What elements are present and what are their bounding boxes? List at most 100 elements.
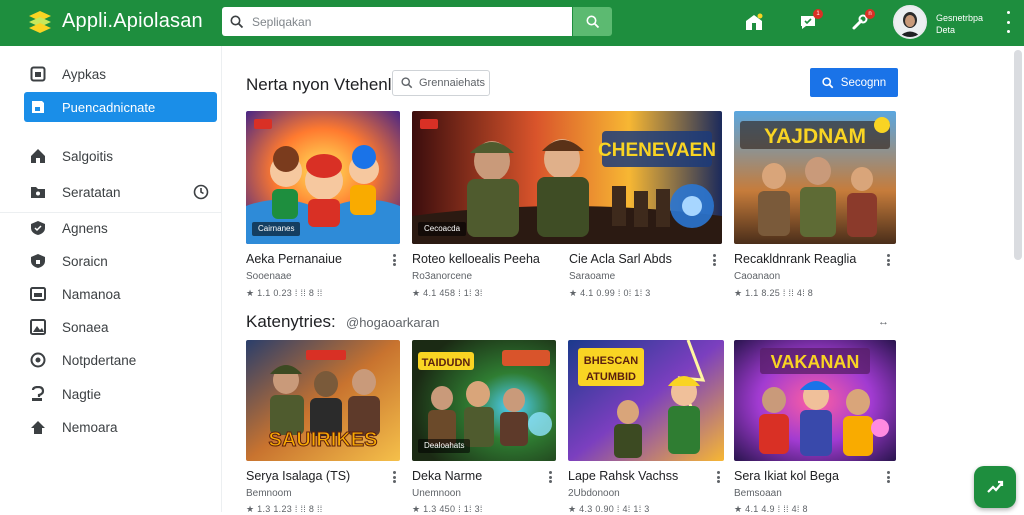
card-menu-icon[interactable] (886, 254, 890, 266)
game-developer: Sooenaae (246, 271, 292, 282)
folder-icon (30, 184, 46, 200)
sidebar-item-home[interactable]: Salgoitis (24, 141, 217, 171)
game-title[interactable]: Recakldnrank Reaglia (734, 252, 856, 266)
card-menu-icon[interactable] (548, 471, 552, 483)
game-card-info[interactable]: Cie Acla Sarl Abds Saraoame ★ 4.1 0.99 ⁞… (569, 252, 719, 301)
search-icon (401, 77, 413, 89)
more-options-icon[interactable] (1003, 11, 1013, 33)
eye-icon (30, 352, 46, 368)
sidebar-item-security[interactable]: Soraicn (24, 246, 217, 276)
tools-button[interactable]: n (850, 9, 875, 32)
game-title[interactable]: Lape Rahsk Vachss (568, 469, 678, 483)
app-logo-icon[interactable] (26, 8, 54, 36)
game-thumbnail[interactable]: CHENEVAEN Cecoacda (412, 111, 722, 244)
game-thumbnail[interactable]: Cairnanes (246, 111, 400, 244)
svg-text:BHESCAN: BHESCAN (584, 355, 638, 367)
game-rating: ★ 1.3 1.23 ⁞ ⁞⁞ 8 ⁞⁞ (246, 504, 323, 514)
svg-text:ATUMBID: ATUMBID (586, 371, 636, 383)
sidebar-item-label: Soraicn (62, 253, 108, 269)
user-info[interactable]: Gesnetrbpa Deta (936, 12, 983, 36)
game-thumbnail[interactable]: BHESCAN ATUMBID (568, 340, 724, 461)
search-bar (222, 7, 572, 36)
card-menu-icon[interactable] (712, 254, 716, 266)
game-art-image: BHESCAN ATUMBID (568, 340, 724, 461)
storefront-icon (30, 99, 46, 115)
sidebar-item-label: Nagtie (62, 386, 102, 402)
search-icon (822, 76, 834, 88)
game-thumbnail[interactable]: SAUIRIKES (246, 340, 400, 461)
card-menu-icon[interactable] (886, 471, 890, 483)
sidebar-item-label: Aypkas (62, 66, 107, 82)
game-developer: Bemnoom (246, 488, 292, 499)
game-card[interactable]: Cairnanes Aeka Pernanaiue Sooenaae ★ 1.1… (246, 111, 400, 301)
game-developer: 2Ubdonoon (568, 488, 620, 499)
app-title[interactable]: Appli.Apiolasan (62, 10, 203, 33)
user-name: Gesnetrbpa (936, 13, 984, 23)
game-card[interactable]: TAIDUDN Dealoahats Deka Narme Unemnoon ★… (412, 340, 556, 514)
game-title[interactable]: Serya Isalaga (TS) (246, 469, 350, 483)
sidebar-item-about[interactable]: Nemoara (24, 412, 217, 442)
trending-fab-button[interactable] (974, 466, 1016, 508)
game-thumbnail[interactable]: TAIDUDN Dealoahats (412, 340, 556, 461)
card-menu-icon[interactable] (392, 471, 396, 483)
top-app-bar: Appli.Apiolasan 1 n (0, 0, 1024, 46)
game-title[interactable]: Deka Narme (412, 469, 482, 483)
game-rating: ★ 4.1 4.9 ⁞ ⁞⁞ 4⁞ 8 (734, 504, 808, 514)
svg-text:VAKANAN: VAKANAN (771, 352, 860, 372)
thumbnail-tag: Cairnanes (252, 222, 301, 236)
svg-text:CHENEVAEN: CHENEVAEN (598, 140, 716, 161)
game-thumbnail[interactable]: VAKANAN (734, 340, 896, 461)
sidebar-item-label: Nemoara (62, 419, 118, 435)
game-rating: ★ 1.1 8.25 ⁞ ⁞⁞ 4⁞ 8 (734, 288, 814, 298)
sidebar-item-payments[interactable]: Namanoa (24, 279, 217, 309)
expand-arrows-icon[interactable]: ↔ (878, 317, 894, 328)
messages-button[interactable]: 1 (798, 9, 823, 32)
sidebar-item-agents[interactable]: Agnens (24, 213, 217, 243)
filter-chip[interactable]: Grennaiehats (392, 70, 490, 96)
game-card[interactable]: BHESCAN ATUMBID Lape Rahsk Vachss 2Ubdon… (568, 340, 724, 514)
game-title[interactable]: Roteo kelloealis Peeha (412, 252, 540, 266)
svg-text:YAJDNAM: YAJDNAM (764, 125, 866, 148)
sidebar-item-media[interactable]: Sonaea (24, 312, 217, 342)
user-avatar[interactable] (893, 5, 927, 39)
sidebar-item-purchases[interactable]: Puencadnicnate (24, 92, 217, 122)
sidebar-item-label: Agnens (62, 220, 108, 236)
store-icon (746, 13, 763, 30)
game-rating: ★ 4.3 0.90 ⁞ 4⁞ 1⁞ 3 (568, 504, 650, 514)
search-button[interactable] (573, 7, 612, 36)
game-developer: Caoanaon (734, 271, 781, 282)
filter-chip-label: Grennaiehats (419, 77, 486, 89)
clock-icon[interactable] (193, 184, 209, 200)
search-input[interactable] (252, 7, 572, 36)
game-card[interactable]: SAUIRIKES Serya Isalaga (TS) Bemnoom ★ 1… (246, 340, 400, 514)
sidebar-item-help[interactable]: Nagtie (24, 379, 217, 409)
game-thumbnail[interactable]: YAJDNAM (734, 111, 896, 244)
thumbnail-tag: Cecoacda (418, 222, 467, 236)
card-menu-icon[interactable] (716, 471, 720, 483)
card-menu-icon[interactable] (392, 254, 396, 266)
game-card[interactable]: YAJDNAM Recakldnrank Reaglia Caoanaon ★ … (734, 111, 896, 301)
game-developer: Ro3anorcene (412, 271, 473, 282)
sidebar-item-label: Namanoa (62, 286, 121, 302)
game-title[interactable]: Sera Ikiat kol Bega (734, 469, 839, 483)
sidebar-item-label: Seratatan (62, 184, 121, 200)
game-developer: Saraoame (569, 271, 616, 282)
featured-section-title: Nerta nyon Vtehenl (246, 75, 392, 94)
main-content: Nerta nyon Vtehenl Grennaiehats Secognn … (222, 46, 1012, 514)
game-title[interactable]: Aeka Pernanaiue (246, 252, 342, 266)
game-title[interactable]: Cie Acla Sarl Abds (569, 252, 672, 266)
square-icon (30, 66, 46, 82)
page-scrollbar[interactable] (1014, 50, 1022, 260)
game-developer: Unemnoon (412, 488, 461, 499)
alert-badge: n (865, 9, 875, 19)
sidebar-item-label: Notpdertane (62, 352, 137, 368)
game-art-image: VAKANAN (734, 340, 896, 461)
search-games-button[interactable]: Secognn (810, 68, 898, 97)
sidebar-item-notifications[interactable]: Notpdertane (24, 345, 217, 375)
sidebar-item-library[interactable]: Seratatan (24, 177, 217, 207)
game-rating: ★ 4.1 0.99 ⁞ 0⁞ 1⁞ 3 (569, 288, 651, 298)
sidebar-item-apps[interactable]: Aypkas (24, 59, 217, 89)
categories-subtitle[interactable]: @hogaoarkaran (346, 315, 439, 330)
game-card[interactable]: VAKANAN Sera Ikiat kol Bega Bemsoaan ★ 4… (734, 340, 896, 514)
store-home-button[interactable] (744, 12, 764, 32)
